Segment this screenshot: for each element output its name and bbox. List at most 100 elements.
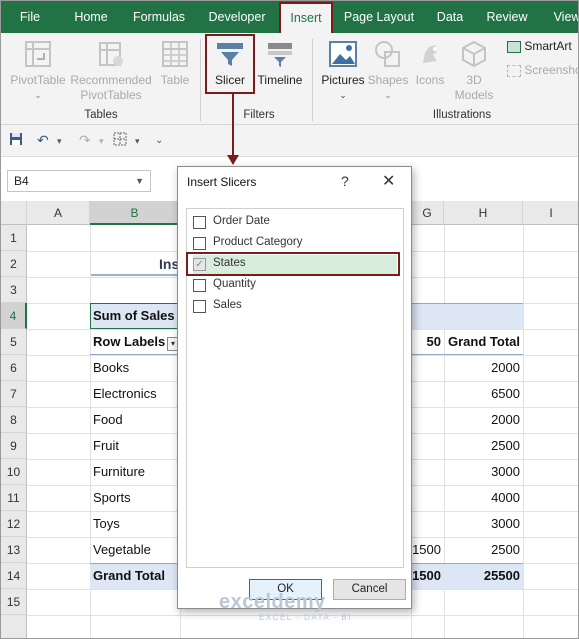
row-label: Electronics bbox=[93, 386, 157, 401]
row-header[interactable]: 6 bbox=[1, 355, 27, 381]
tab-home[interactable]: Home bbox=[65, 1, 117, 33]
shapes-button[interactable]: Shapes ⌄ bbox=[367, 39, 409, 103]
chevron-down-icon: ▼ bbox=[135, 176, 144, 186]
row-header[interactable]: 11 bbox=[1, 485, 27, 511]
row-label: Fruit bbox=[93, 438, 119, 453]
save-icon[interactable] bbox=[9, 132, 23, 149]
shapes-label: Shapes bbox=[367, 73, 409, 87]
group-label-filters: Filters bbox=[243, 109, 275, 121]
smartart-icon bbox=[507, 40, 521, 53]
screenshot-label: Screensho bbox=[524, 63, 579, 77]
table-icon bbox=[162, 41, 188, 67]
annotation-arrow bbox=[232, 93, 234, 157]
row-header[interactable]: 5 bbox=[1, 329, 27, 355]
tab-view[interactable]: View bbox=[547, 1, 578, 33]
field-option-order-date[interactable]: Order Date bbox=[193, 213, 397, 233]
chevron-down-icon[interactable]: ▾ bbox=[57, 136, 62, 147]
column-header-h[interactable]: H bbox=[444, 201, 523, 225]
column-header-a[interactable]: A bbox=[27, 201, 90, 225]
grand-total-value: 6500 bbox=[491, 386, 520, 401]
undo-icon[interactable]: ↶ bbox=[37, 132, 49, 149]
title-underline bbox=[91, 274, 177, 276]
timeline-button[interactable]: Timeline bbox=[255, 39, 305, 88]
select-all-corner[interactable] bbox=[1, 201, 27, 225]
field-label: Order Date bbox=[213, 215, 270, 227]
redo-icon[interactable]: ↷ bbox=[79, 132, 91, 149]
ribbon: PivotTable ⌄ Recommended PivotTables Tab… bbox=[1, 33, 579, 125]
3d-models-button[interactable]: 3D Models ⌄ bbox=[451, 39, 497, 119]
dialog-title: Insert Slicers bbox=[187, 175, 257, 189]
grand-total-value: 2000 bbox=[491, 412, 520, 427]
row-header[interactable]: 7 bbox=[1, 381, 27, 407]
borders-icon[interactable] bbox=[113, 132, 127, 149]
row-header[interactable]: 1 bbox=[1, 225, 27, 251]
row-label: Toys bbox=[93, 516, 120, 531]
column-header-i[interactable]: I bbox=[523, 201, 578, 225]
grand-total-value: 3000 bbox=[491, 464, 520, 479]
checkbox[interactable] bbox=[193, 300, 206, 313]
row-label: Vegetable bbox=[93, 542, 151, 557]
icons-label: Icons bbox=[415, 73, 445, 87]
smartart-button[interactable]: SmartArt bbox=[507, 39, 578, 54]
pivottable-button[interactable]: PivotTable ⌄ bbox=[7, 39, 69, 103]
name-box[interactable]: B4 ▼ bbox=[7, 170, 151, 192]
row-header[interactable]: 9 bbox=[1, 433, 27, 459]
chevron-down-icon[interactable]: ▾ bbox=[99, 136, 104, 147]
cancel-button[interactable]: Cancel bbox=[333, 579, 406, 600]
chevron-down-icon[interactable]: ▾ bbox=[135, 136, 140, 147]
checkbox[interactable] bbox=[193, 279, 206, 292]
checkbox[interactable] bbox=[193, 216, 206, 229]
recommended-pivottables-button[interactable]: Recommended PivotTables bbox=[69, 39, 153, 103]
close-icon[interactable]: ✕ bbox=[382, 171, 395, 191]
row-header[interactable]: 10 bbox=[1, 459, 27, 485]
excel-window: File Home Formulas Developer Insert Page… bbox=[0, 0, 579, 639]
row-header[interactable]: 15 bbox=[1, 589, 27, 615]
row-header[interactable]: 8 bbox=[1, 407, 27, 433]
icons-icon bbox=[423, 45, 437, 63]
timeline-icon bbox=[268, 43, 292, 67]
table-label: Table bbox=[160, 73, 190, 87]
row-header[interactable]: 13 bbox=[1, 537, 27, 563]
tab-data[interactable]: Data bbox=[429, 1, 471, 33]
column-header-b[interactable]: B bbox=[90, 201, 180, 225]
row-header[interactable]: 12 bbox=[1, 511, 27, 537]
3d-models-label-1: 3D bbox=[466, 73, 482, 87]
group-label-tables: Tables bbox=[84, 109, 118, 121]
field-option-quantity[interactable]: Quantity bbox=[193, 276, 397, 296]
pivottable-icon bbox=[25, 41, 51, 67]
tab-developer[interactable]: Developer bbox=[201, 1, 273, 33]
tab-page-layout[interactable]: Page Layout bbox=[339, 1, 419, 33]
grand-total-value: 3000 bbox=[491, 516, 520, 531]
tab-review[interactable]: Review bbox=[481, 1, 533, 33]
tab-file[interactable]: File bbox=[9, 1, 51, 33]
field-option-product-category[interactable]: Product Category bbox=[193, 234, 397, 254]
shapes-icon bbox=[375, 41, 400, 67]
field-option-sales[interactable]: Sales bbox=[193, 297, 397, 317]
row-header[interactable]: 2 bbox=[1, 251, 27, 277]
customize-toolbar-icon[interactable]: ⌄ bbox=[155, 135, 163, 146]
grand-total-value: 2000 bbox=[491, 360, 520, 375]
row-header[interactable] bbox=[1, 615, 27, 638]
grand-total-sum: 25500 bbox=[483, 568, 520, 583]
row-header[interactable]: 14 bbox=[1, 563, 27, 589]
help-icon[interactable]: ? bbox=[341, 173, 349, 189]
cube-icon bbox=[462, 40, 486, 68]
row-label: Books bbox=[93, 360, 130, 375]
gridline bbox=[523, 225, 524, 638]
recommended-pivottables-icon bbox=[99, 42, 123, 66]
pictures-button[interactable]: Pictures ⌄ bbox=[319, 39, 367, 103]
recommended-label-2: PivotTables bbox=[80, 88, 142, 102]
row-header[interactable]: 3 bbox=[1, 277, 27, 303]
screenshot-button[interactable]: Screensho bbox=[507, 63, 579, 78]
group-separator bbox=[312, 39, 313, 121]
icons-button[interactable]: Icons bbox=[411, 39, 449, 88]
chevron-down-icon: ⌄ bbox=[34, 90, 42, 100]
tab-formulas[interactable]: Formulas bbox=[125, 1, 193, 33]
column-header-g[interactable]: G bbox=[411, 201, 444, 225]
checkbox[interactable] bbox=[193, 237, 206, 250]
grand-total-header: Grand Total bbox=[448, 334, 520, 349]
row-header[interactable]: 4 bbox=[1, 303, 27, 329]
tab-insert[interactable]: Insert bbox=[279, 2, 333, 33]
table-button[interactable]: Table bbox=[155, 39, 195, 88]
recommended-label-1: Recommended bbox=[70, 73, 152, 87]
